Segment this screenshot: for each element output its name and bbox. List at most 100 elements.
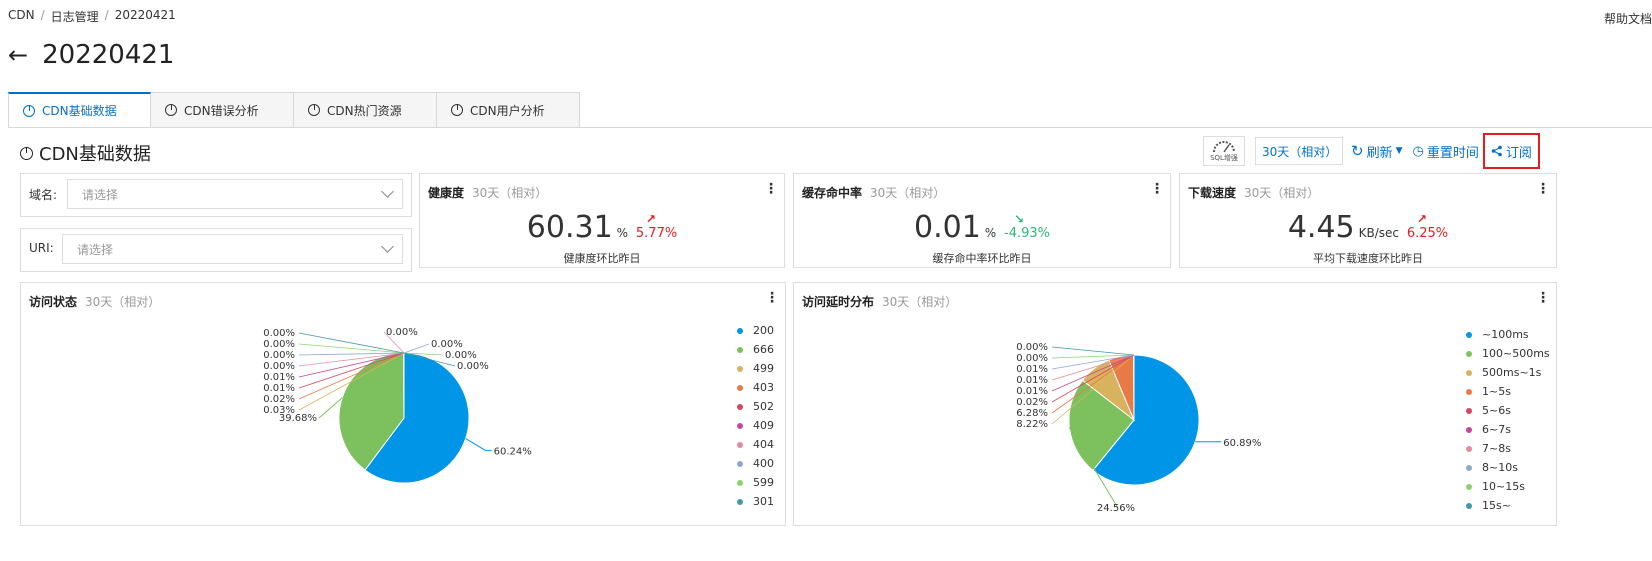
legend-item-599[interactable]: 599: [737, 473, 774, 492]
metric-change: ↗ 5.77%: [636, 212, 677, 241]
legend-item-499[interactable]: 499: [737, 359, 774, 378]
card-title: 下载速度 30天（相对）: [1188, 184, 1319, 201]
legend-swatch: [737, 403, 743, 410]
back-arrow-icon[interactable]: ←: [8, 41, 28, 69]
legend-item-100~500ms[interactable]: 100~500ms: [1466, 344, 1550, 363]
tab-bar: CDN基础数据 CDN错误分析 CDN热门资源 CDN用户分析: [8, 92, 580, 128]
access-status-pie-chart: 60.24%39.68%0.03%0.02%0.01%0.01%0.00%0.0…: [263, 327, 532, 484]
uri-select[interactable]: 请选择: [62, 234, 403, 264]
dashboard-title: CDN基础数据: [20, 140, 151, 166]
trend-up-icon: ↗: [1416, 212, 1427, 226]
metric-change-value: 6.25%: [1406, 226, 1449, 241]
legend-item-500ms~1s[interactable]: 500ms~1s: [1466, 363, 1550, 382]
gauge-icon: [1213, 141, 1235, 153]
legend-item-403[interactable]: 403: [737, 378, 774, 397]
time-range-button[interactable]: 30天（相对）: [1255, 137, 1343, 165]
tab-cdn-error-analysis[interactable]: CDN错误分析: [151, 92, 294, 128]
legend-item-15s~[interactable]: 15s~: [1466, 496, 1550, 515]
legend-label: 200: [753, 324, 774, 337]
page-title: 20220421: [42, 40, 175, 70]
legend-item-10~15s[interactable]: 10~15s: [1466, 477, 1550, 496]
reset-time-button[interactable]: ◷ 重置时间: [1413, 142, 1479, 161]
tab-label: CDN基础数据: [42, 104, 117, 118]
breadcrumb-item-cdn[interactable]: CDN: [8, 8, 35, 25]
breadcrumb-item-log-management[interactable]: 日志管理: [51, 8, 99, 25]
legend-label: 301: [753, 495, 774, 508]
legend-swatch: [1466, 388, 1472, 395]
legend-label: 7~8s: [1482, 442, 1511, 455]
legend-item-400[interactable]: 400: [737, 454, 774, 473]
access-status-legend: 200 666 499 403 502 409 404 400 599 301: [737, 321, 774, 511]
more-menu-icon[interactable]: ⋮: [1150, 182, 1164, 196]
pie-data-label: 60.24%: [494, 447, 532, 458]
breadcrumb-item-current: 20220421: [114, 8, 176, 22]
pie-data-label: 0.00%: [263, 339, 295, 350]
legend-item-~100ms[interactable]: ~100ms: [1466, 325, 1550, 344]
legend-label: 403: [753, 381, 774, 394]
pie-data-label: 0.02%: [1016, 397, 1048, 408]
metric-change: ↗ 6.25%: [1406, 212, 1449, 241]
pie-data-label: 0.00%: [431, 339, 463, 350]
tab-cdn-basic-data[interactable]: CDN基础数据: [8, 92, 151, 128]
refresh-button[interactable]: ↻ 刷新 ▼: [1351, 142, 1403, 161]
legend-item-404[interactable]: 404: [737, 435, 774, 454]
legend-swatch: [737, 441, 743, 448]
subscribe-label: 订阅: [1505, 145, 1532, 161]
legend-label: 404: [753, 438, 774, 451]
pie-data-label: 0.00%: [445, 350, 477, 361]
legend-swatch: [737, 327, 743, 334]
tab-cdn-user-analysis[interactable]: CDN用户分析: [437, 92, 580, 128]
more-menu-icon[interactable]: ⋮: [765, 291, 779, 305]
legend-item-5~6s[interactable]: 5~6s: [1466, 401, 1550, 420]
pie-data-label: 0.00%: [263, 361, 295, 372]
subscribe-button[interactable]: 订阅: [1482, 133, 1540, 169]
tab-label: CDN热门资源: [327, 103, 402, 118]
tab-label: CDN用户分析: [470, 103, 545, 118]
legend-swatch: [1466, 502, 1472, 509]
pie-data-label: 24.56%: [1097, 503, 1135, 514]
legend-item-301[interactable]: 301: [737, 492, 774, 511]
legend-swatch: [1466, 426, 1472, 433]
legend-item-409[interactable]: 409: [737, 416, 774, 435]
pie-data-label: 60.89%: [1223, 438, 1261, 449]
pie-data-label: 0.01%: [1016, 386, 1048, 397]
legend-item-8~10s[interactable]: 8~10s: [1466, 458, 1550, 477]
legend-item-200[interactable]: 200: [737, 321, 774, 340]
health-metric-card: 健康度 30天（相对） ⋮ 60.31% ↗ 5.77% 健康度环比昨日: [419, 173, 785, 268]
dashboard-title-text: CDN基础数据: [39, 144, 151, 165]
tab-divider: [8, 127, 1652, 128]
card-range: 30天（相对）: [472, 186, 548, 200]
metric-unit: %: [616, 226, 629, 240]
more-menu-icon[interactable]: ⋮: [764, 182, 778, 196]
pie-chart-icon: [451, 104, 463, 116]
legend-label: 8~10s: [1482, 461, 1518, 474]
pie-data-label: 0.00%: [457, 361, 489, 372]
trend-down-icon: ↘: [1014, 212, 1025, 226]
refresh-label: 刷新: [1366, 145, 1393, 161]
pie-data-label: 6.28%: [1016, 408, 1048, 419]
legend-item-7~8s[interactable]: 7~8s: [1466, 439, 1550, 458]
metric-value-row: 60.31% ↗ 5.77%: [420, 210, 784, 245]
legend-item-1~5s[interactable]: 1~5s: [1466, 382, 1550, 401]
legend-label: 400: [753, 457, 774, 470]
domain-select[interactable]: 请选择: [67, 179, 403, 209]
legend-item-502[interactable]: 502: [737, 397, 774, 416]
card-title-text: 下载速度: [1188, 186, 1237, 200]
page-header: ← 20220421: [8, 40, 174, 70]
card-title: 健康度 30天（相对）: [428, 184, 547, 201]
share-icon: [1491, 145, 1502, 157]
sql-enhance-button[interactable]: SQL增强: [1203, 136, 1245, 166]
legend-label: 5~6s: [1482, 404, 1511, 417]
more-menu-icon[interactable]: ⋮: [1536, 291, 1550, 305]
legend-label: 502: [753, 400, 774, 413]
legend-label: 1~5s: [1482, 385, 1511, 398]
pie-data-label: 0.01%: [1016, 375, 1048, 386]
help-docs-link[interactable]: 帮助文档: [1604, 10, 1652, 27]
pie-chart-icon: [20, 146, 33, 160]
legend-item-6~7s[interactable]: 6~7s: [1466, 420, 1550, 439]
legend-label: 666: [753, 343, 774, 356]
legend-swatch: [737, 460, 743, 467]
legend-item-666[interactable]: 666: [737, 340, 774, 359]
tab-cdn-hot-resources[interactable]: CDN热门资源: [294, 92, 437, 128]
more-menu-icon[interactable]: ⋮: [1536, 182, 1550, 196]
